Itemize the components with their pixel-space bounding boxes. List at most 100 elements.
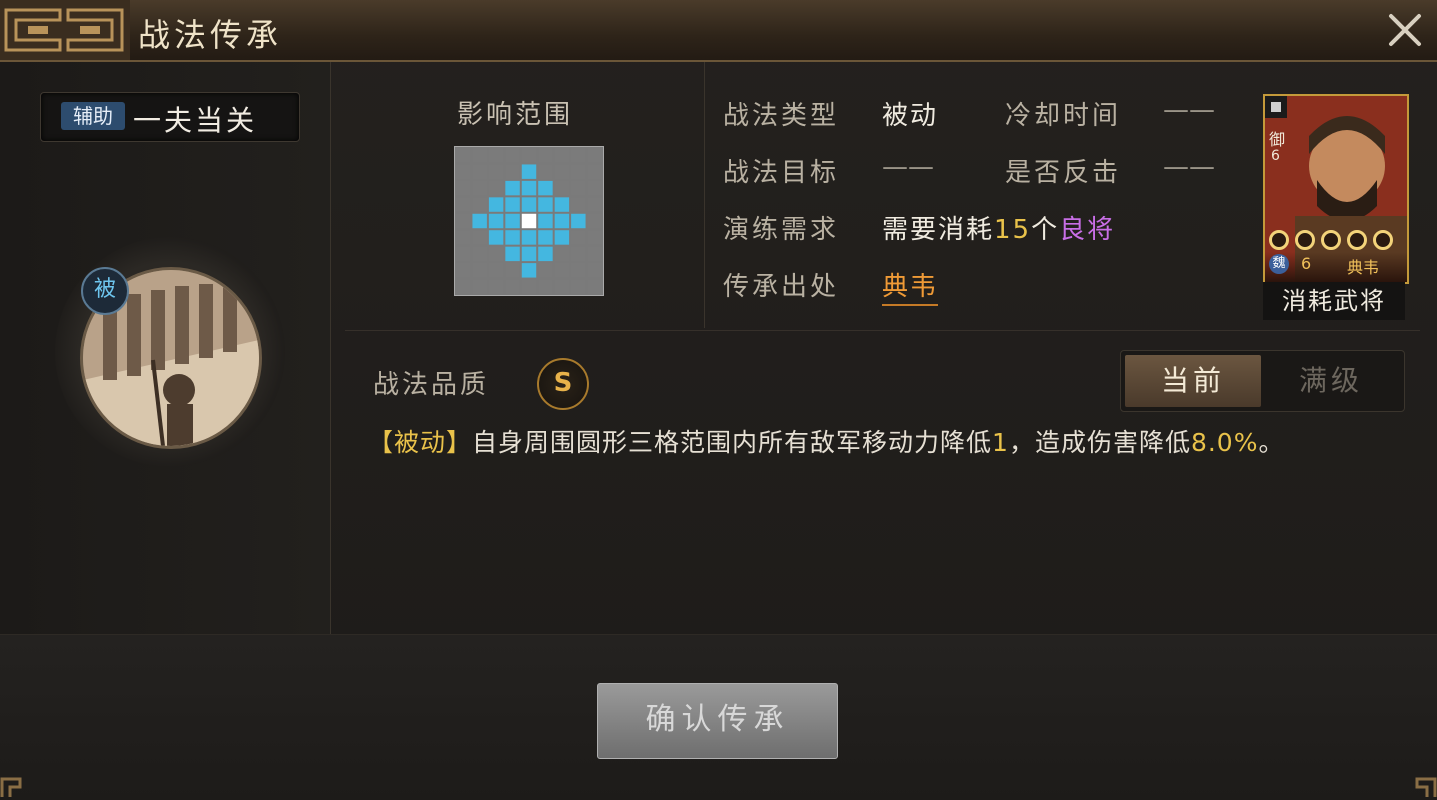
range-cell-active [505, 180, 520, 196]
range-cell [456, 148, 471, 163]
range-cell-active [538, 180, 553, 196]
level-toggle: 当前 满级 [1120, 350, 1405, 412]
range-cell [456, 263, 471, 278]
range-cell [571, 246, 586, 262]
range-cell [472, 197, 487, 212]
range-cell-active [521, 213, 537, 229]
range-cell-active [521, 230, 537, 245]
cooldown-label: 冷却时间 [1005, 101, 1122, 131]
range-cell [554, 164, 570, 179]
general-card[interactable]: 御 6 魏 6 典韦 [1263, 94, 1409, 284]
range-cell-active [521, 263, 537, 278]
range-cell [554, 180, 570, 196]
range-cell [456, 279, 471, 294]
range-cell [521, 148, 537, 163]
range-cell-active [538, 230, 553, 245]
skill-target-value: —— [882, 152, 934, 182]
range-cell [472, 279, 487, 294]
skill-target-label: 战法目标 [723, 158, 840, 188]
description-num-b: 8.0% [1190, 428, 1259, 457]
origin-label: 传承出处 [723, 272, 840, 302]
range-cell [587, 148, 602, 163]
range-cell-active [488, 230, 504, 245]
range-cell [571, 279, 586, 294]
quality-label: 战法品质 [373, 370, 490, 400]
range-grid [454, 146, 604, 296]
range-cell-active [538, 197, 553, 212]
origin-value[interactable]: 典韦 [882, 266, 939, 306]
range-cell [587, 180, 602, 196]
range-cell [488, 180, 504, 196]
range-cell-active [554, 197, 570, 212]
range-cell-active [538, 246, 553, 262]
range-cell [587, 230, 602, 245]
range-cell-active [505, 246, 520, 262]
range-cell [488, 164, 504, 179]
range-cell [505, 164, 520, 179]
general-caption: 消耗武将 [1263, 282, 1405, 320]
range-cell [554, 246, 570, 262]
range-cell-active [521, 164, 537, 179]
range-cell [472, 246, 487, 262]
skill-name: 一夫当关 [133, 104, 258, 137]
counterattack-value: —— [1163, 152, 1215, 182]
range-cell [587, 246, 602, 262]
skill-panel: 辅助 一夫当关 被 [0, 62, 331, 634]
general-name: 典韦 [1347, 258, 1380, 277]
range-cell [505, 279, 520, 294]
range-cell [554, 279, 570, 294]
requirement-value: 需要消耗15个良将 [882, 209, 1115, 246]
passive-badge: 被 [81, 267, 129, 315]
counterattack-label: 是否反击 [1005, 158, 1122, 188]
range-cell [554, 263, 570, 278]
description-text-b: ，造成伤害降低 [1008, 428, 1191, 457]
range-cell [571, 180, 586, 196]
range-cell [472, 164, 487, 179]
description-num-a: 1 [992, 428, 1009, 457]
description-text-a: 自身周围圆形三格范围内所有敌军移动力降低 [472, 428, 993, 457]
requirement-label: 演练需求 [723, 215, 840, 245]
divider-horizontal [345, 330, 1420, 331]
range-cell-active [505, 197, 520, 212]
requirement-count: 15 [994, 215, 1032, 245]
range-cell [505, 263, 520, 278]
range-cell [587, 164, 602, 179]
range-cell-active [521, 180, 537, 196]
range-cell [472, 148, 487, 163]
range-cell-active [472, 213, 487, 229]
skill-name-plate: 辅助 一夫当关 [40, 92, 300, 142]
range-cell [456, 213, 471, 229]
tab-max-level[interactable]: 满级 [1263, 355, 1399, 407]
range-cell [571, 230, 586, 245]
general-cost: 6 [1271, 148, 1280, 164]
range-cell-active [521, 246, 537, 262]
requirement-unit: 个 [1031, 215, 1060, 245]
origin-general-link[interactable]: 典韦 [882, 272, 939, 306]
close-icon[interactable] [1385, 10, 1425, 50]
range-cell [538, 279, 553, 294]
range-cell [456, 246, 471, 262]
range-cell [587, 197, 602, 212]
range-cell-active [538, 213, 553, 229]
range-cell-active [554, 213, 570, 229]
range-title: 影响范围 [457, 100, 574, 130]
range-cell [521, 279, 537, 294]
star-icon [1269, 230, 1289, 250]
skill-description: 【被动】自身周围圆形三格范围内所有敌军移动力降低1，造成伤害降低8.0%。 [368, 422, 1388, 464]
range-cell [456, 197, 471, 212]
range-cell [488, 148, 504, 163]
confirm-inherit-button[interactable]: 确认传承 [597, 683, 838, 759]
tab-current-level[interactable]: 当前 [1125, 355, 1261, 407]
range-cell [587, 213, 602, 229]
range-cell [571, 148, 586, 163]
star-icon [1295, 230, 1315, 250]
range-cell [538, 263, 553, 278]
range-cell [488, 263, 504, 278]
skill-type-value: 被动 [882, 101, 939, 131]
range-cell [472, 180, 487, 196]
range-cell-active [505, 230, 520, 245]
star-icon [1321, 230, 1341, 250]
divider-vertical [704, 62, 705, 328]
skill-type-label: 战法类型 [723, 101, 840, 131]
skill-portrait-ring: 被 [55, 237, 285, 467]
